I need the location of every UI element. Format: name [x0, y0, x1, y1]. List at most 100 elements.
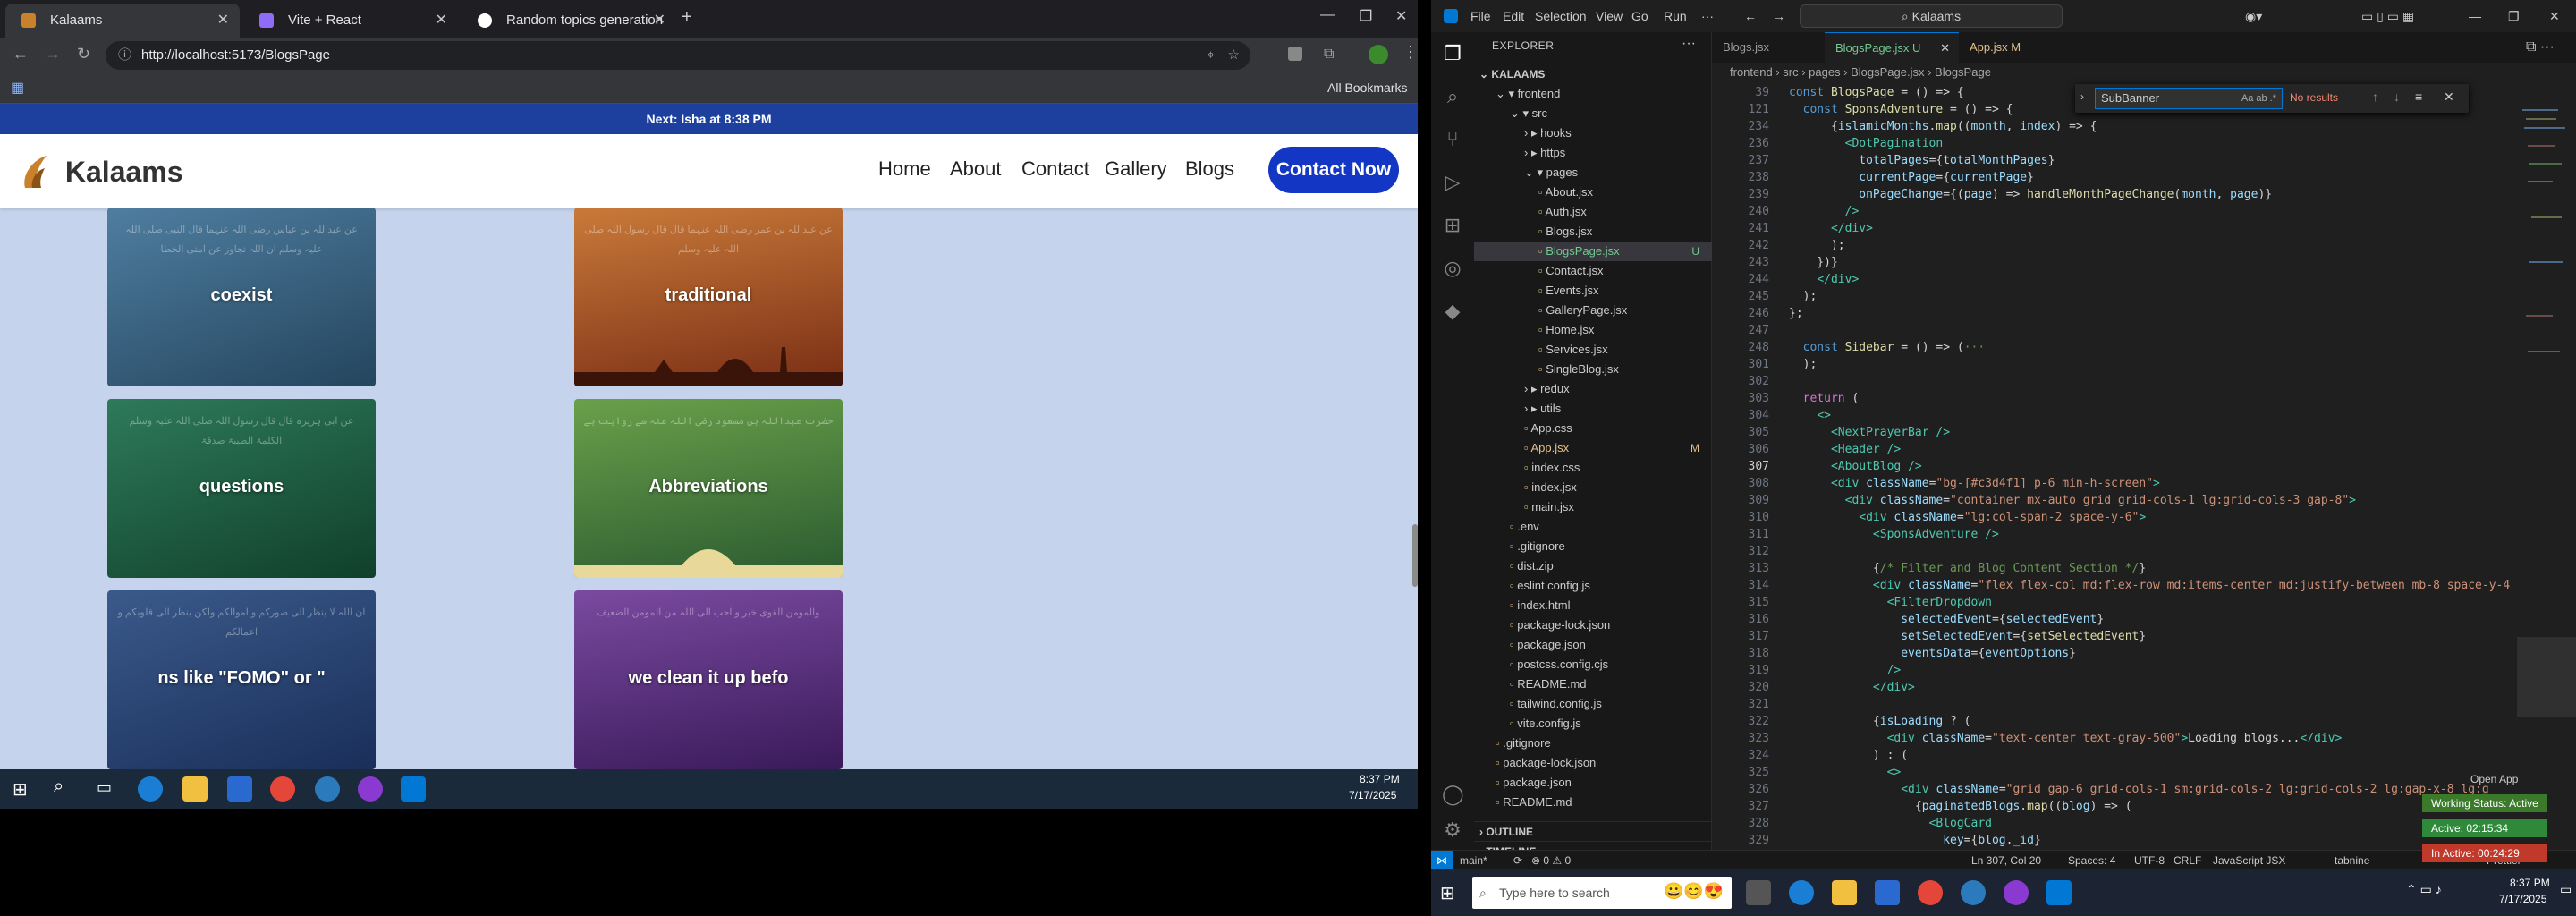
extensions-puzzle-icon[interactable]: ⧉ [1324, 47, 1334, 63]
file-explorer-icon[interactable] [1832, 880, 1857, 905]
tree-folder[interactable]: › ▸ https [1474, 143, 1712, 163]
windows-start-icon[interactable]: ⊞ [13, 778, 28, 801]
nav-about[interactable]: About [950, 157, 1002, 181]
tree-file[interactable]: ▫ index.html [1474, 596, 1712, 615]
breadcrumb[interactable]: frontend › src › pages › BlogsPage.jsx ›… [1712, 63, 2576, 82]
tree-file[interactable]: ▫ package-lock.json [1474, 753, 1712, 773]
tree-file[interactable]: ▫ Events.jsx [1474, 281, 1712, 301]
bookmark-star-icon[interactable]: ☆ [1228, 41, 1240, 70]
encoding[interactable]: UTF-8 [2134, 851, 2165, 870]
outline-section[interactable]: › OUTLINE [1474, 821, 1712, 841]
menu-run[interactable]: Run [1664, 0, 1687, 32]
tree-file[interactable]: ▫ eslint.config.js [1474, 576, 1712, 596]
search-icon[interactable]: ⌕ [1442, 86, 1463, 107]
github-desktop-icon[interactable] [358, 776, 383, 802]
tabnine-status[interactable]: tabnine [2334, 851, 2369, 870]
problems-count[interactable]: ⊗ 0 ⚠ 0 [1531, 851, 1571, 870]
github-desktop-icon[interactable] [2004, 880, 2029, 905]
reload-icon[interactable]: ↻ [77, 45, 90, 64]
blog-card[interactable]: والمومن القوی خیر و احب الی اللہ من المو… [574, 590, 843, 769]
close-tab-icon[interactable]: ✕ [1940, 33, 1950, 64]
forward-icon[interactable]: → [45, 45, 61, 64]
vscode-icon[interactable] [2046, 880, 2072, 905]
chrome-menu-icon[interactable]: ⋮ [1402, 43, 1418, 62]
tree-file[interactable]: ▫ dist.zip [1474, 556, 1712, 576]
accounts-icon[interactable]: ◯ [1442, 784, 1464, 805]
split-editor-icon[interactable]: ⧉ ··· [2526, 39, 2555, 55]
location-icon[interactable]: ⌖ [1208, 41, 1215, 70]
close-tab-icon[interactable]: ✕ [436, 4, 447, 38]
cursor-position[interactable]: Ln 307, Col 20 [1971, 851, 2041, 870]
tree-folder[interactable]: ⌄ ▾ src [1474, 104, 1712, 123]
tree-file[interactable]: ▫ .gitignore [1474, 537, 1712, 556]
remote-indicator-icon[interactable]: ⋈ [1431, 851, 1453, 869]
extension-icon[interactable] [1288, 47, 1302, 61]
tree-file[interactable]: ▫ Contact.jsx [1474, 261, 1712, 281]
command-center-search[interactable]: ⌕ Kalaams [1800, 4, 2063, 28]
find-input[interactable]: SubBanner Aa ab .* [2095, 88, 2283, 109]
tree-file[interactable]: ▫ vite.config.js [1474, 714, 1712, 734]
tray-icons[interactable]: ⌃ ▭ ♪ [2406, 882, 2442, 897]
tree-file[interactable]: ▫ Auth.jsx [1474, 202, 1712, 222]
browser-tab-kalaams[interactable]: Kalaams ✕ [5, 4, 240, 38]
tree-folder[interactable]: ⌄ ▾ pages [1474, 163, 1712, 182]
close-tab-icon[interactable]: ✕ [217, 4, 229, 38]
explorer-more-icon[interactable]: ··· [1682, 36, 1696, 52]
tree-file[interactable]: ▫ Blogs.jsx [1474, 222, 1712, 242]
address-input[interactable]: ⓘ http://localhost:5173/BlogsPage ⌖ ☆ [106, 41, 1250, 70]
tree-file[interactable]: ▫ Home.jsx [1474, 320, 1712, 340]
git-branch[interactable]: main* [1460, 851, 1487, 870]
all-bookmarks-button[interactable]: All Bookmarks [1327, 81, 1407, 95]
mongodb-leaf-icon[interactable]: ◆ [1442, 301, 1463, 322]
menu-selection[interactable]: Selection [1535, 0, 1587, 32]
tree-file[interactable]: ▫ About.jsx [1474, 182, 1712, 202]
find-prev-icon[interactable]: ↑ [2372, 89, 2378, 104]
back-icon[interactable]: ← [13, 45, 29, 64]
editor-tab-blogspage[interactable]: BlogsPage.jsx U ✕ [1825, 32, 1959, 63]
menu-file[interactable]: File [1470, 0, 1491, 32]
tree-folder[interactable]: › ▸ redux [1474, 379, 1712, 399]
blog-card[interactable]: عن عبداللہ بن عباس رضی اللہ عنہما قال ال… [107, 208, 376, 386]
app-icon[interactable] [1961, 880, 1986, 905]
blog-card[interactable]: عن ابی ہریرہ قال قال رسول اللہ صلی اللہ … [107, 399, 376, 578]
nav-home[interactable]: Home [878, 157, 931, 181]
code-view[interactable]: 39 const BlogsPage = () => {121 const Spo… [1712, 82, 2517, 850]
edge-icon[interactable] [138, 776, 163, 802]
nav-gallery[interactable]: Gallery [1105, 157, 1167, 181]
blog-card[interactable]: ان اللہ لا ینظر الی صورکم و اموالکم ولکن… [107, 590, 376, 769]
maximize-icon[interactable]: ❐ [2508, 0, 2520, 32]
remote-icon[interactable]: ◎ [1442, 258, 1463, 279]
layout-icons[interactable]: ▭ ▯ ▭ ▦ [2361, 0, 2414, 32]
end-of-line[interactable]: CRLF [2174, 851, 2201, 870]
tree-file[interactable]: ▫ App.jsx M [1474, 438, 1712, 458]
apps-grid-icon[interactable]: ▦ [11, 79, 24, 97]
tree-file[interactable]: ▫ package-lock.json [1474, 615, 1712, 635]
find-in-selection-icon[interactable]: ≡ [2415, 89, 2422, 104]
minimize-icon[interactable]: — [2469, 0, 2481, 32]
run-debug-icon[interactable]: ▷ [1442, 172, 1463, 193]
app-icon[interactable] [315, 776, 340, 802]
tree-file[interactable]: ▫ Services.jsx [1474, 340, 1712, 360]
extensions-icon[interactable]: ⊞ [1442, 215, 1463, 236]
tree-file[interactable]: ▫ GalleryPage.jsx [1474, 301, 1712, 320]
store-icon[interactable] [1875, 880, 1900, 905]
tree-folder[interactable]: › ▸ utils [1474, 399, 1712, 419]
minimize-icon[interactable]: — [1320, 7, 1335, 23]
search-icon[interactable]: ⌕ [54, 776, 64, 797]
page-scrollbar[interactable] [1412, 524, 1418, 587]
editor-tab-blogs[interactable]: Blogs.jsx [1712, 32, 1825, 63]
nav-blogs[interactable]: Blogs [1185, 157, 1234, 181]
tree-file[interactable]: ▫ .gitignore [1474, 734, 1712, 753]
task-view-icon[interactable] [1746, 880, 1771, 905]
tree-file[interactable]: ▫ README.md [1474, 674, 1712, 694]
open-app-link[interactable]: Open App [2470, 773, 2518, 785]
tree-file[interactable]: ▫ .env [1474, 517, 1712, 537]
source-control-icon[interactable]: ⑂ [1442, 129, 1463, 150]
find-next-icon[interactable]: ↓ [2394, 89, 2400, 104]
tree-file[interactable]: ▫ index.jsx [1474, 478, 1712, 497]
site-logo[interactable]: Kalaams [20, 152, 183, 191]
sync-icon[interactable]: ⟳ [1513, 851, 1522, 870]
tree-file[interactable]: ▫ main.jsx [1474, 497, 1712, 517]
editor-tab-app[interactable]: App.jsx M [1959, 32, 2066, 63]
tree-file[interactable]: ▫ BlogsPage.jsx U [1474, 242, 1712, 261]
